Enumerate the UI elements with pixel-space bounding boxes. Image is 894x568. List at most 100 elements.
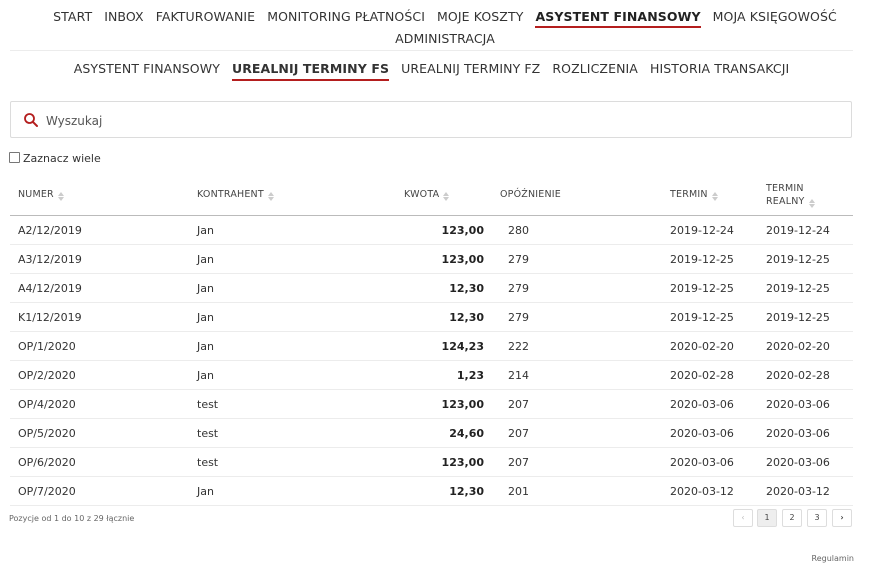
cell-opoznienie: 279 [508, 253, 529, 266]
cell-opoznienie: 279 [508, 282, 529, 295]
cell-numer: A4/12/2019 [18, 282, 82, 295]
table-row[interactable]: A2/12/2019 Jan 123,00 280 2019-12-24 2019-12-… [10, 216, 853, 245]
cell-termin-realny: 2020-02-28 [766, 369, 830, 382]
top-nav-moja-księgowość[interactable]: MOJA KSIĘGOWOŚĆ [713, 6, 837, 28]
top-nav-fakturowanie[interactable]: FAKTUROWANIE [156, 6, 256, 28]
sub-nav-historia-transakcji[interactable]: HISTORIA TRANSAKCJI [650, 59, 789, 79]
sub-nav-rozliczenia[interactable]: ROZLICZENIA [552, 59, 638, 79]
cell-opoznienie: 280 [508, 224, 529, 237]
table-row[interactable]: OP/1/2020 Jan 124,23 222 2020-02-20 2020-02-2… [10, 332, 853, 361]
cell-termin: 2020-02-20 [670, 340, 734, 353]
cell-kwota: 123,00 [441, 398, 484, 411]
cell-kwota: 124,23 [441, 340, 484, 353]
search-input[interactable] [44, 110, 838, 132]
nav-divider [10, 50, 853, 51]
cell-numer: OP/4/2020 [18, 398, 76, 411]
top-nav-administracja[interactable]: ADMINISTRACJA [395, 28, 495, 50]
sort-icon [57, 192, 64, 201]
column-header-termin[interactable]: TERMIN [670, 189, 718, 201]
cell-kwota: 24,60 [449, 427, 484, 440]
cell-kontrahent: Jan [197, 253, 214, 266]
column-header-kontrahent[interactable]: KONTRAHENT [197, 189, 274, 201]
sub-nav-urealnij-terminy-fz[interactable]: UREALNIJ TERMINY FZ [401, 59, 540, 79]
sort-icon [443, 192, 450, 201]
column-header-numer[interactable]: NUMER [18, 189, 64, 201]
cell-kontrahent: Jan [197, 340, 214, 353]
table-row[interactable]: A4/12/2019 Jan 12,30 279 2019-12-25 2019-12-2… [10, 274, 853, 303]
cell-termin: 2020-03-06 [670, 427, 734, 440]
page-button[interactable]: 3 [807, 509, 827, 527]
top-nav-monitoring-płatności[interactable]: MONITORING PŁATNOŚCI [267, 6, 425, 28]
cell-opoznienie: 207 [508, 427, 529, 440]
cell-opoznienie: 279 [508, 311, 529, 324]
table-row[interactable]: OP/6/2020 test 123,00 207 2020-03-06 2020-03-… [10, 448, 853, 477]
cell-numer: OP/2/2020 [18, 369, 76, 382]
cell-termin-realny: 2019-12-25 [766, 282, 830, 295]
cell-opoznienie: 201 [508, 485, 529, 498]
cell-termin-realny: 2020-03-06 [766, 398, 830, 411]
cell-termin-realny: 2019-12-25 [766, 253, 830, 266]
column-header-termin-realny[interactable]: TERMIN REALNY [766, 182, 815, 208]
select-many[interactable]: Zaznacz wiele [9, 152, 101, 165]
top-nav-moje-koszty[interactable]: MOJE KOSZTY [437, 6, 523, 28]
sort-icon [711, 192, 718, 201]
cell-kontrahent: test [197, 398, 219, 411]
cell-kontrahent: test [197, 427, 219, 440]
cell-termin-realny: 2020-03-12 [766, 485, 830, 498]
cell-numer: K1/12/2019 [18, 311, 82, 324]
page-button[interactable]: 1 [757, 509, 777, 527]
table-header: NUMER KONTRAHENT KWOTA OPÓŹNIENIE TERMIN… [10, 176, 853, 216]
cell-numer: OP/1/2020 [18, 340, 76, 353]
cell-termin: 2020-03-12 [670, 485, 734, 498]
cell-termin-realny: 2020-03-06 [766, 456, 830, 469]
table-row[interactable]: K1/12/2019 Jan 12,30 279 2019-12-25 2019-12-2… [10, 303, 853, 332]
prev-page-button[interactable]: ‹ [733, 509, 753, 527]
cell-termin-realny: 2019-12-24 [766, 224, 830, 237]
cell-opoznienie: 222 [508, 340, 529, 353]
cell-kwota: 12,30 [449, 282, 484, 295]
cell-numer: OP/6/2020 [18, 456, 76, 469]
table-row[interactable]: OP/7/2020 Jan 12,30 201 2020-03-12 2020-03-12 [10, 477, 853, 506]
sub-navigation: ASYSTENT FINANSOWY UREALNIJ TERMINY FS URE… [10, 59, 853, 81]
cell-termin-realny: 2020-03-06 [766, 427, 830, 440]
cell-numer: A3/12/2019 [18, 253, 82, 266]
cell-numer: OP/7/2020 [18, 485, 76, 498]
select-many-label: Zaznacz wiele [23, 152, 101, 165]
cell-termin: 2019-12-24 [670, 224, 734, 237]
sort-icon [808, 199, 815, 208]
cell-termin: 2019-12-25 [670, 282, 734, 295]
table-row[interactable]: OP/5/2020 test 24,60 207 2020-03-06 2020-03-0… [10, 419, 853, 448]
top-navigation: START INBOX FAKTUROWANIE MONITORING PŁATNOŚ… [20, 6, 870, 50]
top-nav-start[interactable]: START [53, 6, 92, 28]
table-row[interactable]: OP/4/2020 test 123,00 207 2020-03-06 2020-03-… [10, 390, 853, 419]
cell-termin: 2020-02-28 [670, 369, 734, 382]
cell-kwota: 1,23 [456, 369, 484, 382]
cell-termin: 2019-12-25 [670, 311, 734, 324]
table-row[interactable]: A3/12/2019 Jan 123,00 279 2019-12-25 2019-12-… [10, 245, 853, 274]
cell-termin: 2020-03-06 [670, 398, 734, 411]
cell-opoznienie: 207 [508, 456, 529, 469]
top-nav-asystent-finansowy[interactable]: ASYSTENT FINANSOWY [535, 7, 701, 28]
search-icon [24, 113, 38, 127]
regulamin-link[interactable]: Regulamin [812, 554, 854, 563]
sub-nav-asystent-finansowy[interactable]: ASYSTENT FINANSOWY [74, 59, 220, 79]
cell-termin: 2020-03-06 [670, 456, 734, 469]
sub-nav-urealnij-terminy-fs[interactable]: UREALNIJ TERMINY FS [231, 59, 390, 81]
cell-termin-realny: 2020-02-20 [766, 340, 830, 353]
cell-kontrahent: Jan [197, 282, 214, 295]
cell-kontrahent: Jan [197, 311, 214, 324]
column-header-opoznienie: OPÓŹNIENIE [500, 189, 562, 200]
cell-kontrahent: test [197, 456, 219, 469]
select-many-checkbox[interactable] [9, 152, 20, 163]
column-header-kwota[interactable]: KWOTA [404, 189, 450, 201]
table-row[interactable]: OP/2/2020 Jan 1,23 214 2020-02-28 2020-02-28 [10, 361, 853, 390]
top-nav-inbox[interactable]: INBOX [104, 6, 144, 28]
cell-kontrahent: Jan [197, 369, 214, 382]
page-button[interactable]: 2 [782, 509, 802, 527]
cell-kwota: 123,00 [441, 224, 484, 237]
pagination-info: Pozycje od 1 do 10 z 29 łącznie [9, 514, 135, 523]
next-page-button[interactable]: › [832, 509, 852, 527]
sort-icon [267, 192, 274, 201]
cell-opoznienie: 214 [508, 369, 529, 382]
search-box[interactable] [10, 101, 852, 138]
